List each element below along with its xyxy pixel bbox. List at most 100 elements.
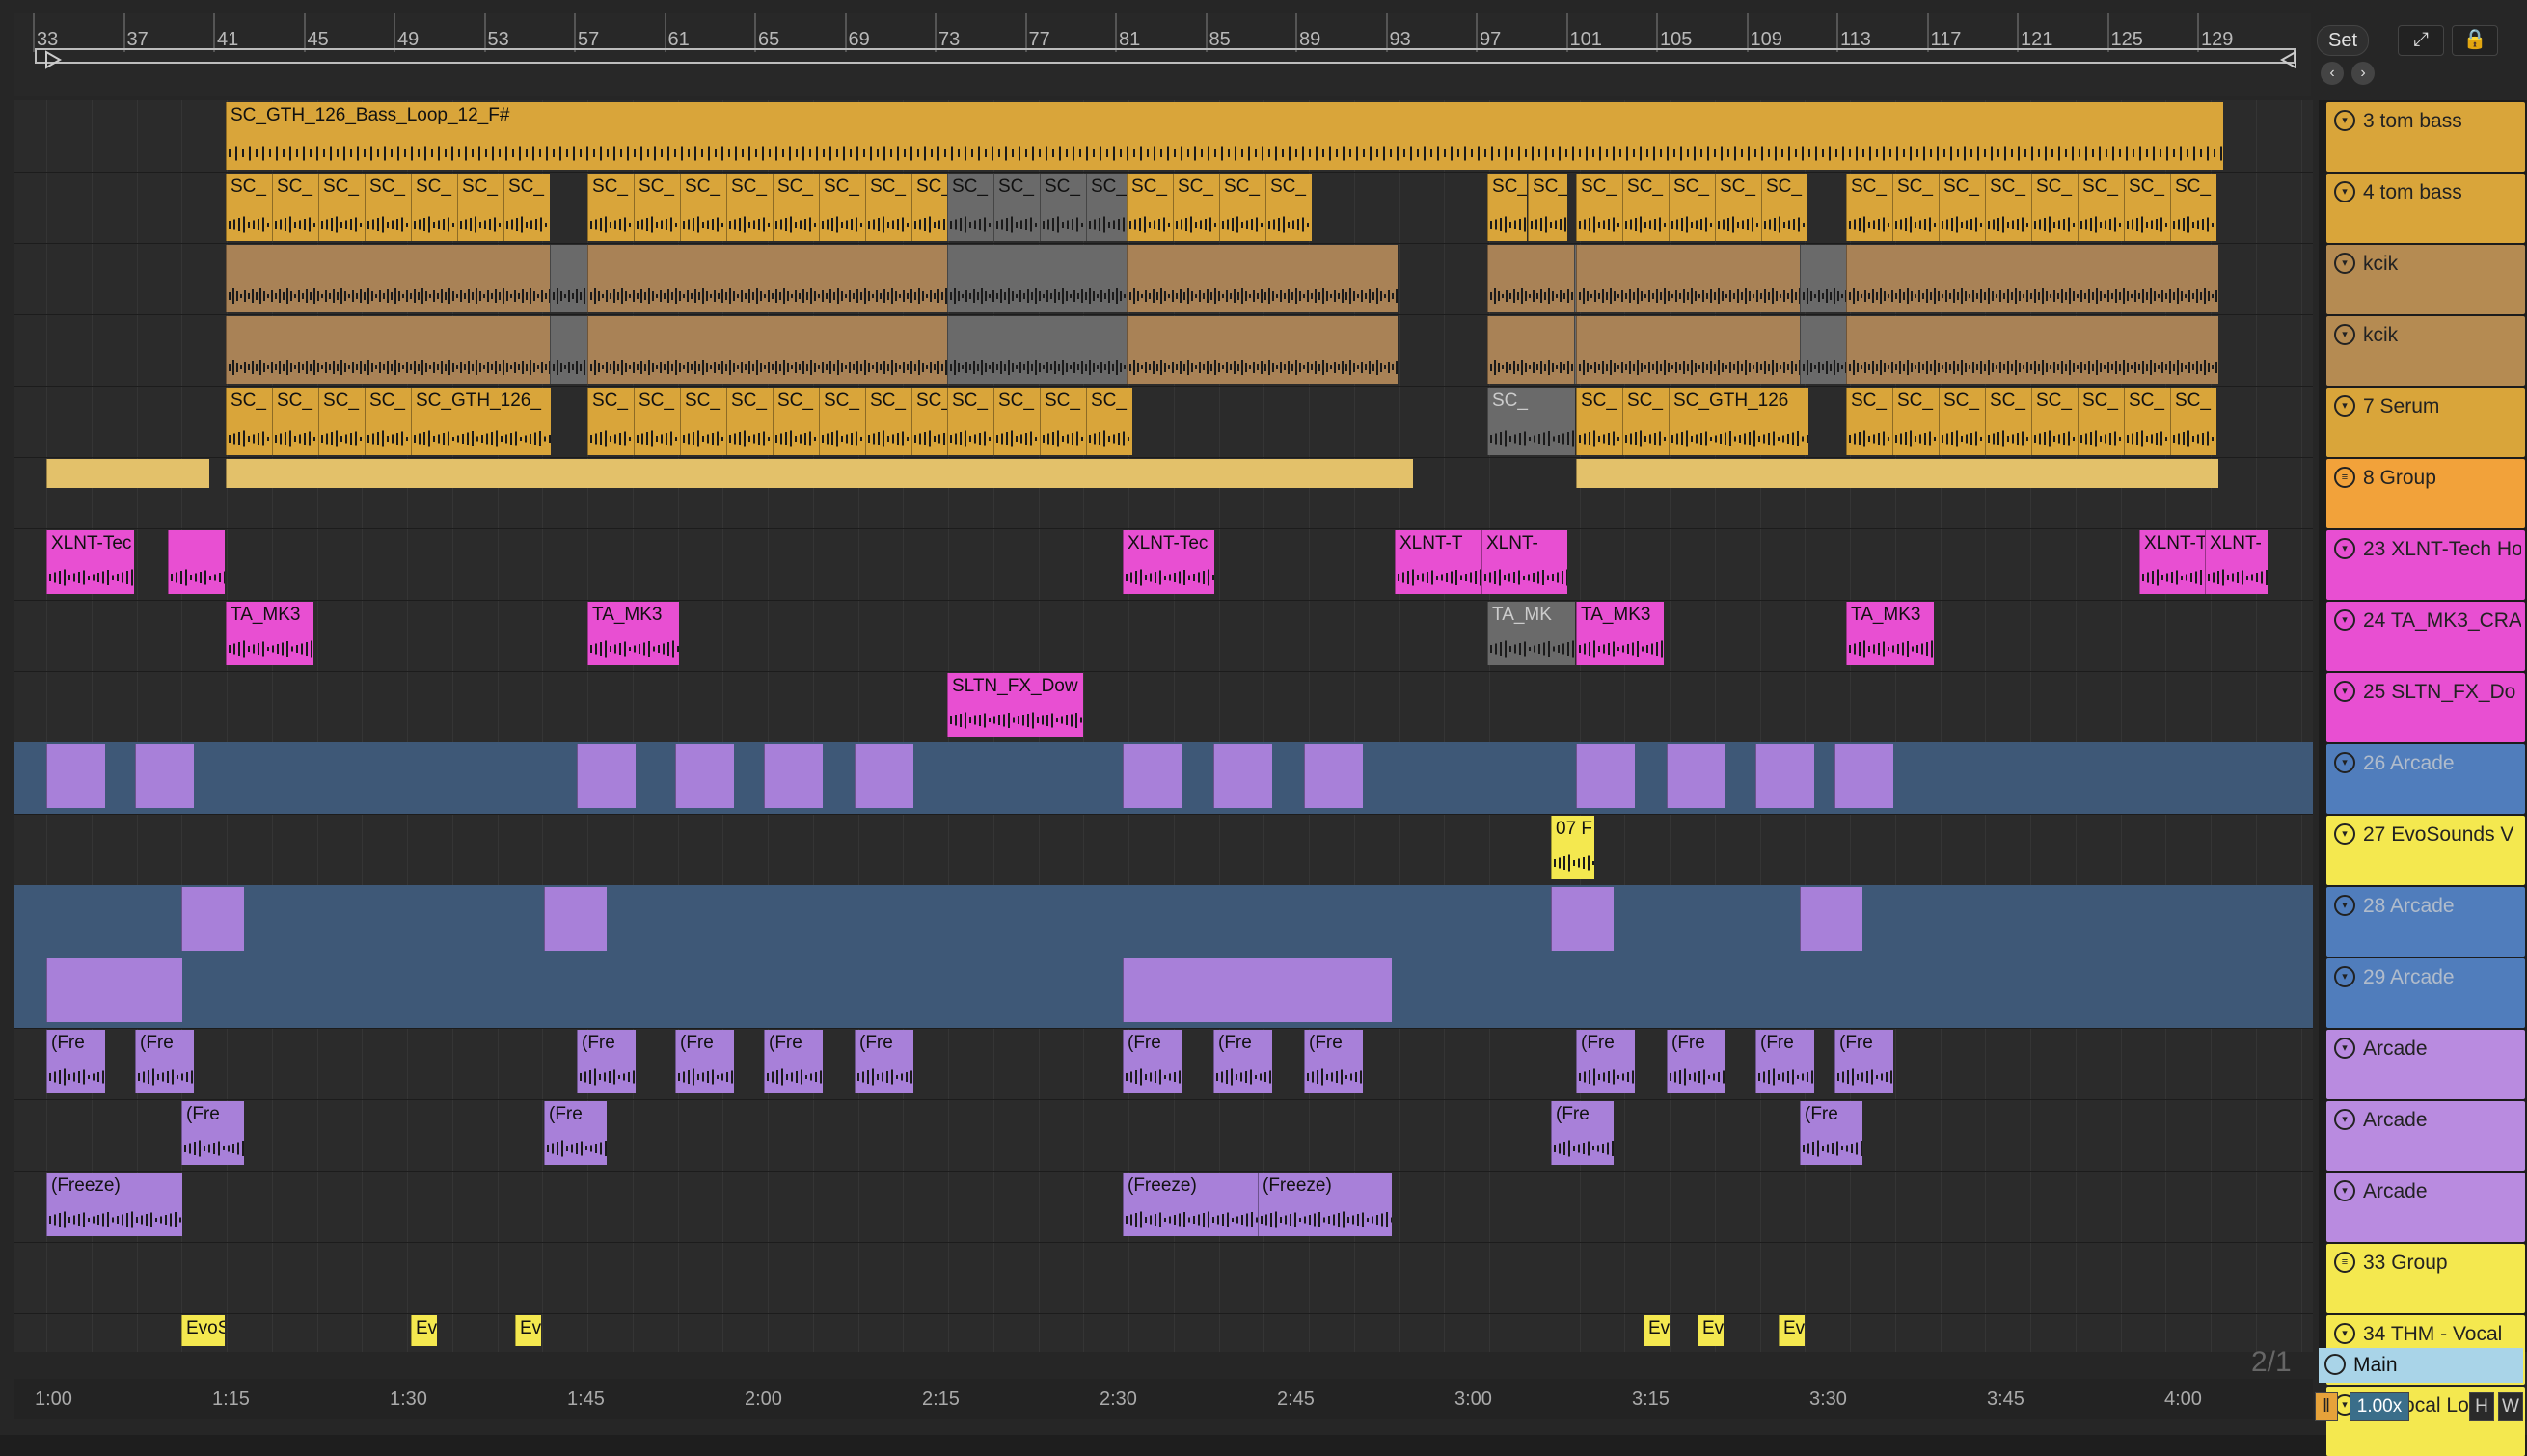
track-header[interactable]: ▾ 25 SLTN_FX_Do xyxy=(2326,673,2525,742)
track-header[interactable]: ▾ Arcade xyxy=(2326,1101,2525,1171)
track-header[interactable]: ▾ 7 Serum xyxy=(2326,388,2525,457)
clip[interactable]: SC_ xyxy=(457,174,503,241)
track-fold-icon[interactable]: ▾ xyxy=(2334,1038,2355,1059)
track-header[interactable]: ▾ 29 Arcade xyxy=(2326,958,2525,1028)
track-lane[interactable] xyxy=(14,600,2313,672)
clip[interactable] xyxy=(1800,887,1862,951)
clip[interactable]: (Fre xyxy=(1304,1030,1363,1093)
clip[interactable]: SC_ xyxy=(947,174,993,241)
clip[interactable]: SC_ xyxy=(1846,174,1892,241)
loop-end-marker[interactable] xyxy=(2278,50,2297,69)
clip[interactable]: TA_MK xyxy=(1487,602,1575,665)
clip[interactable]: SC_ xyxy=(1985,388,2031,455)
clip[interactable]: SC_ xyxy=(865,174,911,241)
clip[interactable] xyxy=(764,744,823,808)
clip[interactable]: (Fre xyxy=(544,1101,607,1165)
track-header[interactable]: ▾ kcik xyxy=(2326,316,2525,386)
clip[interactable] xyxy=(1304,744,1363,808)
clip[interactable] xyxy=(1800,245,1849,312)
track-fold-icon[interactable]: ▾ xyxy=(2334,681,2355,702)
clip[interactable] xyxy=(1487,245,1575,312)
track-header[interactable]: ▾ 24 TA_MK3_CRA xyxy=(2326,602,2525,671)
clip[interactable] xyxy=(947,245,1128,312)
clip[interactable]: SC_ xyxy=(1761,174,1807,241)
clip[interactable]: (Fre xyxy=(1667,1030,1725,1093)
expand-icon[interactable]: ⤢ xyxy=(2398,25,2444,56)
clip[interactable] xyxy=(947,316,1128,384)
track-header[interactable]: ▾ 4 tom bass xyxy=(2326,174,2525,243)
clip[interactable]: SC_ xyxy=(947,388,993,455)
clip[interactable]: SC_ xyxy=(1576,388,1622,455)
clip[interactable]: SC_ xyxy=(1173,174,1219,241)
clip[interactable]: SC_ xyxy=(634,174,680,241)
clip[interactable]: SC_ xyxy=(2078,388,2124,455)
clip[interactable]: SC_ xyxy=(2031,388,2078,455)
clip[interactable] xyxy=(1213,744,1272,808)
track-fold-icon[interactable]: ▾ xyxy=(2334,538,2355,559)
clip[interactable] xyxy=(1667,744,1725,808)
track-lane[interactable] xyxy=(14,885,2313,957)
track-header[interactable]: ▾ Arcade xyxy=(2326,1030,2525,1099)
clip[interactable]: Ev xyxy=(1644,1315,1670,1346)
clip[interactable]: (Fre xyxy=(1834,1030,1893,1093)
clip[interactable] xyxy=(577,744,636,808)
clip[interactable] xyxy=(135,744,194,808)
track-fold-icon[interactable]: ▾ xyxy=(2334,1323,2355,1344)
clip[interactable] xyxy=(1551,887,1614,951)
clip[interactable]: SC_ xyxy=(680,174,726,241)
clip[interactable]: SC_ xyxy=(2124,174,2170,241)
clip[interactable]: SC_ xyxy=(1669,174,1715,241)
track-fold-icon[interactable]: ▾ xyxy=(2334,609,2355,631)
clip[interactable]: SC_GTH_126 xyxy=(1669,388,1808,455)
set-button[interactable]: Set xyxy=(2317,25,2369,56)
clip[interactable]: SC_ xyxy=(865,388,911,455)
clip[interactable]: SC_ xyxy=(726,174,773,241)
track-lane[interactable] xyxy=(14,1313,2313,1352)
clip[interactable]: (Fre xyxy=(1551,1101,1614,1165)
zoom-level[interactable]: 1.00x xyxy=(2350,1392,2409,1421)
clip[interactable]: SC_ xyxy=(318,174,365,241)
clip[interactable]: (Fre xyxy=(675,1030,734,1093)
clip[interactable]: SC_ xyxy=(2124,388,2170,455)
clip[interactable]: XLNT-Tec xyxy=(46,530,134,594)
clip[interactable]: SC_ xyxy=(2170,174,2216,241)
clip[interactable] xyxy=(46,958,182,1022)
overview-icon[interactable]: ‖ xyxy=(2315,1392,2338,1421)
clip[interactable] xyxy=(587,245,947,312)
clip[interactable]: XLNT- xyxy=(2205,530,2268,594)
clip[interactable]: TA_MK3 xyxy=(1576,602,1664,665)
clip[interactable]: (Freeze) xyxy=(1258,1173,1392,1236)
clip[interactable]: SLTN_FX_Dow xyxy=(947,673,1083,737)
clip[interactable] xyxy=(1834,744,1893,808)
clip[interactable] xyxy=(1127,245,1398,312)
clip[interactable] xyxy=(46,459,209,488)
lock-icon[interactable]: 🔒 xyxy=(2452,25,2498,56)
track-fold-icon[interactable]: ▾ xyxy=(2334,181,2355,202)
clip[interactable]: SC_ xyxy=(1487,174,1527,241)
clip[interactable]: SC_ xyxy=(272,174,318,241)
clip[interactable] xyxy=(1846,245,2218,312)
clip[interactable]: SC_ xyxy=(587,388,634,455)
clip[interactable] xyxy=(1576,459,2218,488)
clip[interactable] xyxy=(168,530,225,594)
clip[interactable] xyxy=(1576,245,1818,312)
track-header[interactable]: ▾ 28 Arcade xyxy=(2326,887,2525,957)
clip[interactable]: SC_ xyxy=(993,388,1040,455)
clip[interactable] xyxy=(1127,316,1398,384)
track-header[interactable]: ▾ kcik xyxy=(2326,245,2525,314)
clip[interactable]: SC_ xyxy=(318,388,365,455)
clip[interactable]: SC_ xyxy=(680,388,726,455)
clip[interactable]: SC_ xyxy=(2078,174,2124,241)
track-header[interactable]: ≡ 33 Group xyxy=(2326,1244,2525,1313)
track-header[interactable]: ≡ 8 Group xyxy=(2326,459,2525,528)
track-lane[interactable] xyxy=(14,1242,2313,1314)
clip[interactable]: XLNT-Tec xyxy=(1123,530,1214,594)
clip[interactable]: SC_ xyxy=(1846,388,1892,455)
clip[interactable]: SC_ xyxy=(819,174,865,241)
clip[interactable] xyxy=(855,744,913,808)
clip[interactable]: SC_ xyxy=(819,388,865,455)
clip[interactable]: SC_ xyxy=(503,174,550,241)
clip[interactable]: SC_ xyxy=(1086,388,1132,455)
clip[interactable]: SC_ xyxy=(1127,174,1173,241)
clip[interactable]: SC_ xyxy=(1939,388,1985,455)
